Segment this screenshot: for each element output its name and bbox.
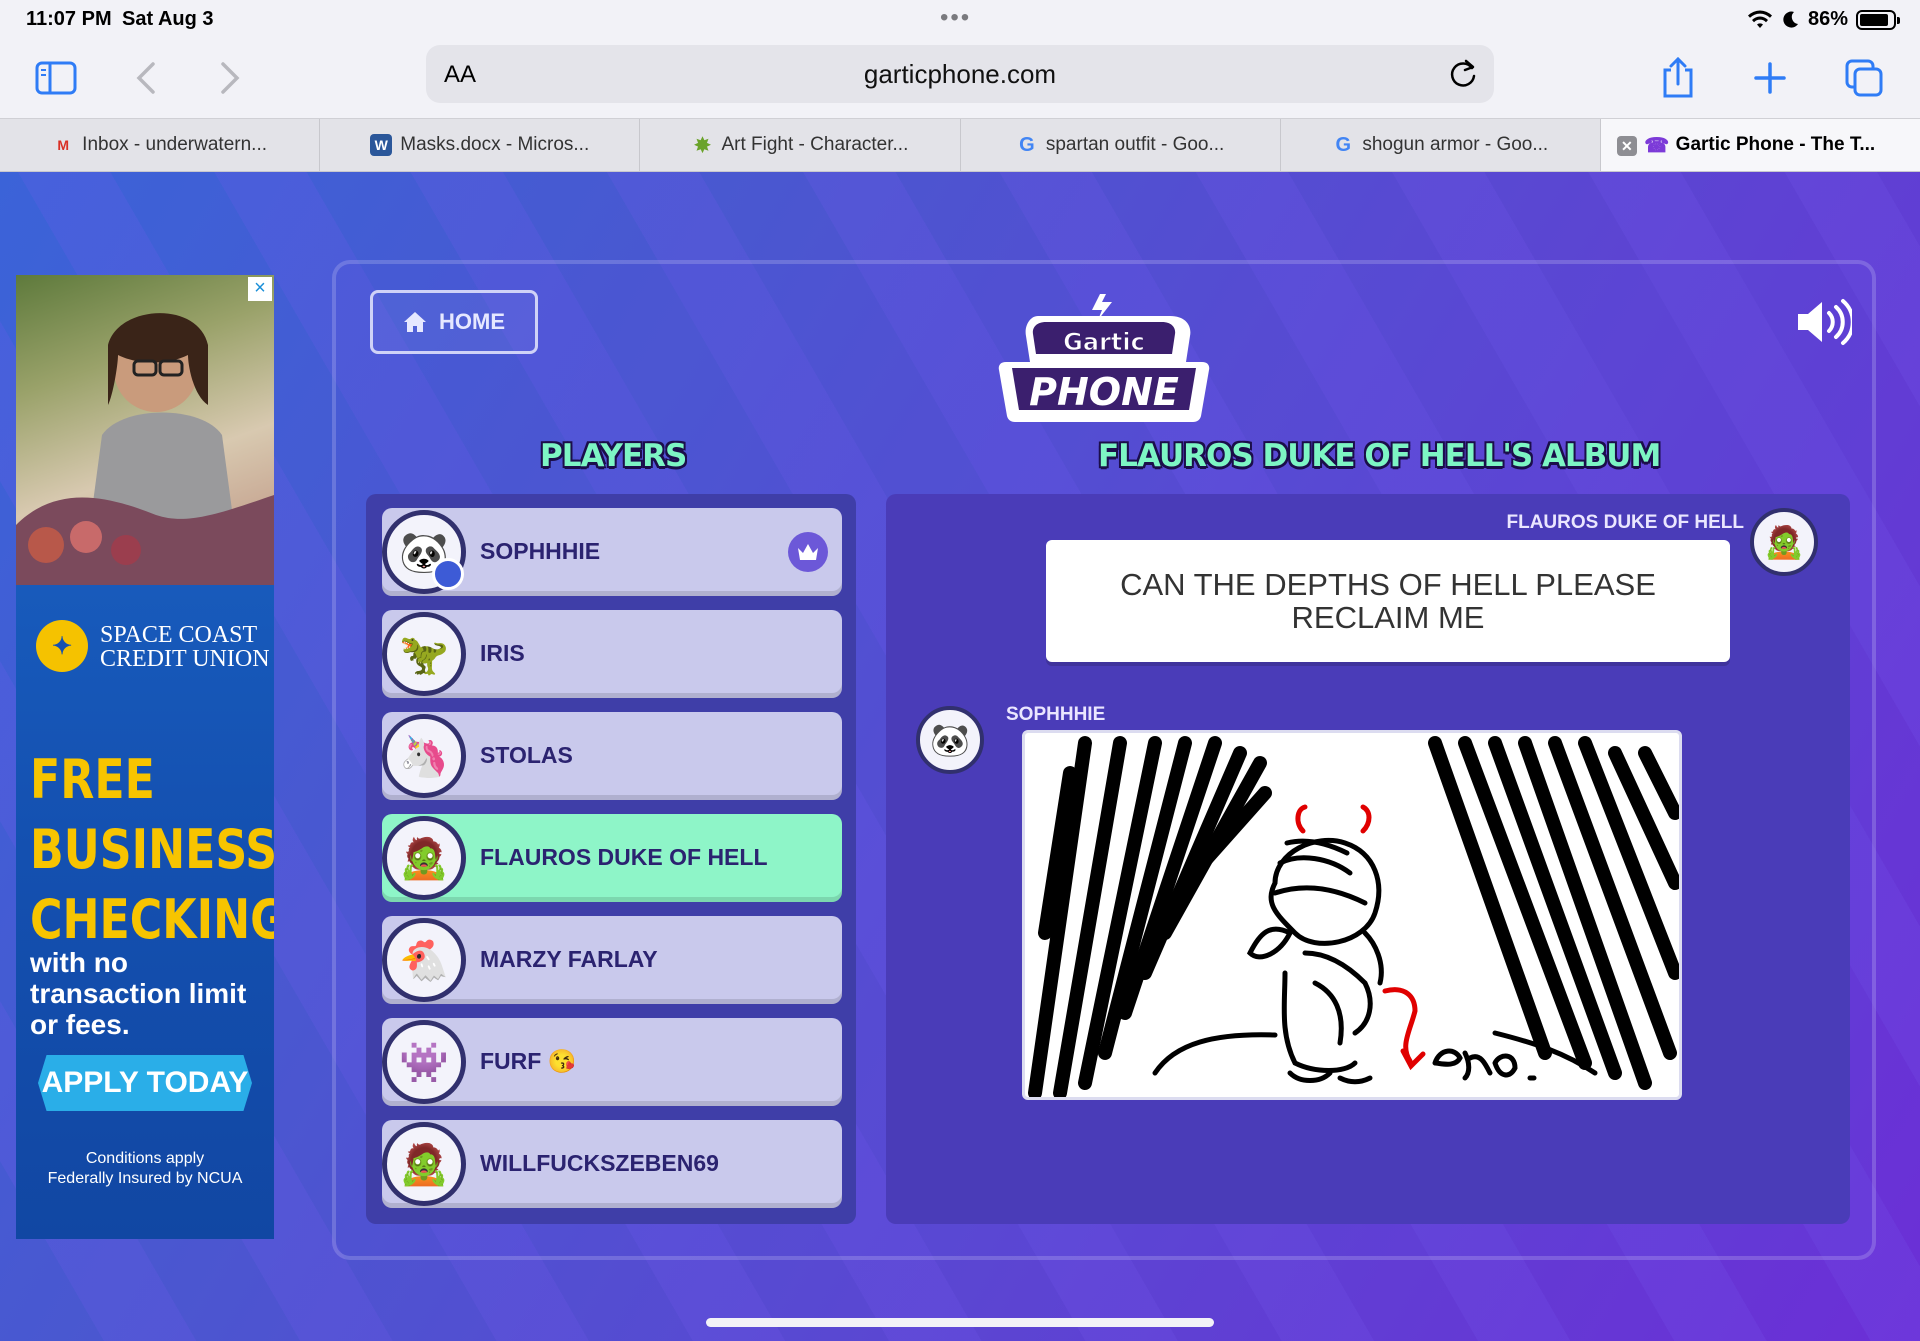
- ad-fine-print: Conditions apply Federally Insured by NC…: [16, 1149, 274, 1189]
- player-row-sophhhie[interactable]: 🐼 SOPHHHIE: [382, 508, 842, 596]
- new-tab-icon[interactable]: [1742, 50, 1798, 106]
- ad-apply-button[interactable]: APPLY TODAY: [38, 1055, 252, 1111]
- address-bar[interactable]: AA garticphone.com: [426, 45, 1494, 103]
- tab-gartic-phone[interactable]: ✕ ☎ Gartic Phone - The T...: [1600, 119, 1920, 171]
- url-text[interactable]: garticphone.com: [426, 59, 1494, 90]
- home-icon: [404, 312, 426, 332]
- players-list: 🐼 SOPHHHIE 🦖 IRIS 🦄 STOLAS 🧟 FLAUROS DUK…: [366, 494, 856, 1224]
- unicorn-avatar: 🦄: [382, 714, 466, 798]
- crown-icon: [788, 532, 828, 572]
- gmail-icon: M: [57, 137, 69, 153]
- player-row-stolas[interactable]: 🦄 STOLAS: [382, 712, 842, 800]
- panda-avatar: 🐼: [916, 706, 984, 774]
- home-label: HOME: [439, 309, 505, 334]
- player-row-willfuckszeben69[interactable]: 🧟 WILLFUCKSZEBEN69: [382, 1120, 842, 1208]
- tab-art-fight[interactable]: ✸ Art Fight - Character...: [640, 119, 961, 171]
- logo-phone-text: PHONE: [1029, 370, 1179, 414]
- status-indicators: 86%: [1747, 8, 1900, 31]
- dino-avatar: 🦖: [382, 612, 466, 696]
- album-text-entry: CAN THE DEPTHS OF HELL PLEASE RECLAIM ME: [1046, 540, 1730, 662]
- ad-close-icon[interactable]: ×: [248, 277, 272, 301]
- host-user-icon: [432, 558, 464, 590]
- player-row-furf[interactable]: 👾 FURF 😘: [382, 1018, 842, 1106]
- share-icon[interactable]: [1650, 50, 1706, 106]
- status-time: 11:07 PM: [26, 8, 112, 30]
- tab-overview-icon[interactable]: [1836, 50, 1892, 106]
- player-name: SOPHHHIE: [480, 538, 601, 564]
- word-icon: W: [370, 134, 393, 156]
- home-button[interactable]: HOME: [370, 290, 538, 354]
- tab-inbox[interactable]: M Inbox - underwatern...: [0, 119, 321, 171]
- multitasking-dots-icon[interactable]: •••: [940, 4, 971, 32]
- battery-level: [1860, 13, 1888, 26]
- art-fight-icon: ✸: [694, 134, 711, 157]
- google-icon: G: [1335, 133, 1352, 156]
- mummy-avatar: 🧟: [382, 816, 466, 900]
- player-name: FLAUROS DUKE OF HELL: [480, 844, 768, 870]
- credit-union-logo-icon: ✦: [36, 620, 88, 672]
- ad-subtext: with no transaction limit or fees.: [30, 947, 247, 1040]
- tab-label: Gartic Phone - The T...: [1675, 134, 1876, 155]
- players-title: PLAYERS: [540, 438, 687, 474]
- sidebar-toggle-icon[interactable]: [28, 50, 84, 106]
- player-row-iris[interactable]: 🦖 IRIS: [382, 610, 842, 698]
- browser-toolbar: AA garticphone.com: [0, 40, 1920, 118]
- tab-masks-docx[interactable]: W Masks.docx - Micros...: [320, 119, 641, 171]
- battery-percent: 86%: [1807, 8, 1848, 30]
- blob-avatar: 👾: [382, 1020, 466, 1104]
- album-panel: FLAUROS DUKE OF HELL 🧟 CAN THE DEPTHS OF…: [886, 494, 1850, 1224]
- player-row-flauros-duke-of-hell[interactable]: 🧟 FLAUROS DUKE OF HELL: [382, 814, 842, 902]
- gartic-phone-logo: Gartic PHONE: [998, 294, 1210, 422]
- status-bar: 11:07 PM Sat Aug 3 ••• 86%: [0, 0, 1920, 40]
- logo-gartic-text: Gartic: [1063, 328, 1145, 356]
- ad-fine-line: Federally Insured by NCUA: [47, 1170, 243, 1187]
- tab-label: Inbox - underwatern...: [82, 134, 267, 155]
- rooster-avatar: 🐔: [382, 918, 466, 1002]
- battery-icon: [1856, 9, 1900, 30]
- forward-icon[interactable]: [202, 50, 258, 106]
- tab-label: spartan outfit - Goo...: [1045, 134, 1225, 155]
- player-name: STOLAS: [480, 742, 573, 768]
- player-name: MARZY FARLAY: [480, 946, 658, 972]
- drawing-canvas: [1028, 736, 1679, 1097]
- ad-fine-line: Conditions apply: [85, 1150, 205, 1167]
- player-row-marzy-farlay[interactable]: 🐔 MARZY FARLAY: [382, 916, 842, 1004]
- album-entry-author: SOPHHHIE: [1006, 704, 1106, 725]
- sound-icon[interactable]: [1796, 298, 1852, 346]
- ad-photo: [16, 275, 274, 585]
- moon-icon: [1783, 11, 1798, 28]
- player-name: FURF 😘: [480, 1048, 577, 1074]
- tab-spartan-outfit[interactable]: G spartan outfit - Goo...: [961, 119, 1281, 171]
- tab-bar: M Inbox - underwatern... W Masks.docx - …: [0, 118, 1920, 172]
- tab-shogun-armor[interactable]: G shogun armor - Goo...: [1281, 119, 1601, 171]
- mummy-avatar: 🧟: [382, 1122, 466, 1206]
- google-icon: G: [1019, 133, 1035, 156]
- gartic-phone-icon: ☎: [1644, 134, 1670, 157]
- player-name: WILLFUCKSZEBEN69: [480, 1150, 719, 1176]
- wifi-icon: [1747, 10, 1772, 28]
- album-title: FLAUROS DUKE OF HELL'S ALBUM: [1098, 438, 1661, 474]
- status-date: Sat Aug 3: [122, 8, 214, 30]
- ad-banner[interactable]: × ✦ SPACE COAST CREDIT UNION FREE BUSINE…: [16, 275, 274, 1239]
- tab-label: Masks.docx - Micros...: [400, 134, 590, 155]
- tab-label: Art Fight - Character...: [721, 134, 909, 155]
- mummy-avatar: 🧟: [1750, 508, 1818, 576]
- close-tab-icon[interactable]: ✕: [1616, 136, 1637, 156]
- album-entry-author: FLAUROS DUKE OF HELL: [1506, 512, 1745, 533]
- home-indicator[interactable]: [706, 1318, 1214, 1327]
- back-icon[interactable]: [118, 50, 174, 106]
- ad-brand: SPACE COAST CREDIT UNION: [100, 622, 270, 672]
- tab-label: shogun armor - Goo...: [1362, 134, 1549, 155]
- album-drawing-entry: [1022, 730, 1682, 1100]
- reload-icon[interactable]: [1446, 57, 1480, 91]
- ad-headline: FREE BUSINESS CHECKING: [30, 748, 274, 951]
- web-page: × ✦ SPACE COAST CREDIT UNION FREE BUSINE…: [0, 172, 1920, 1341]
- player-name: IRIS: [480, 640, 525, 666]
